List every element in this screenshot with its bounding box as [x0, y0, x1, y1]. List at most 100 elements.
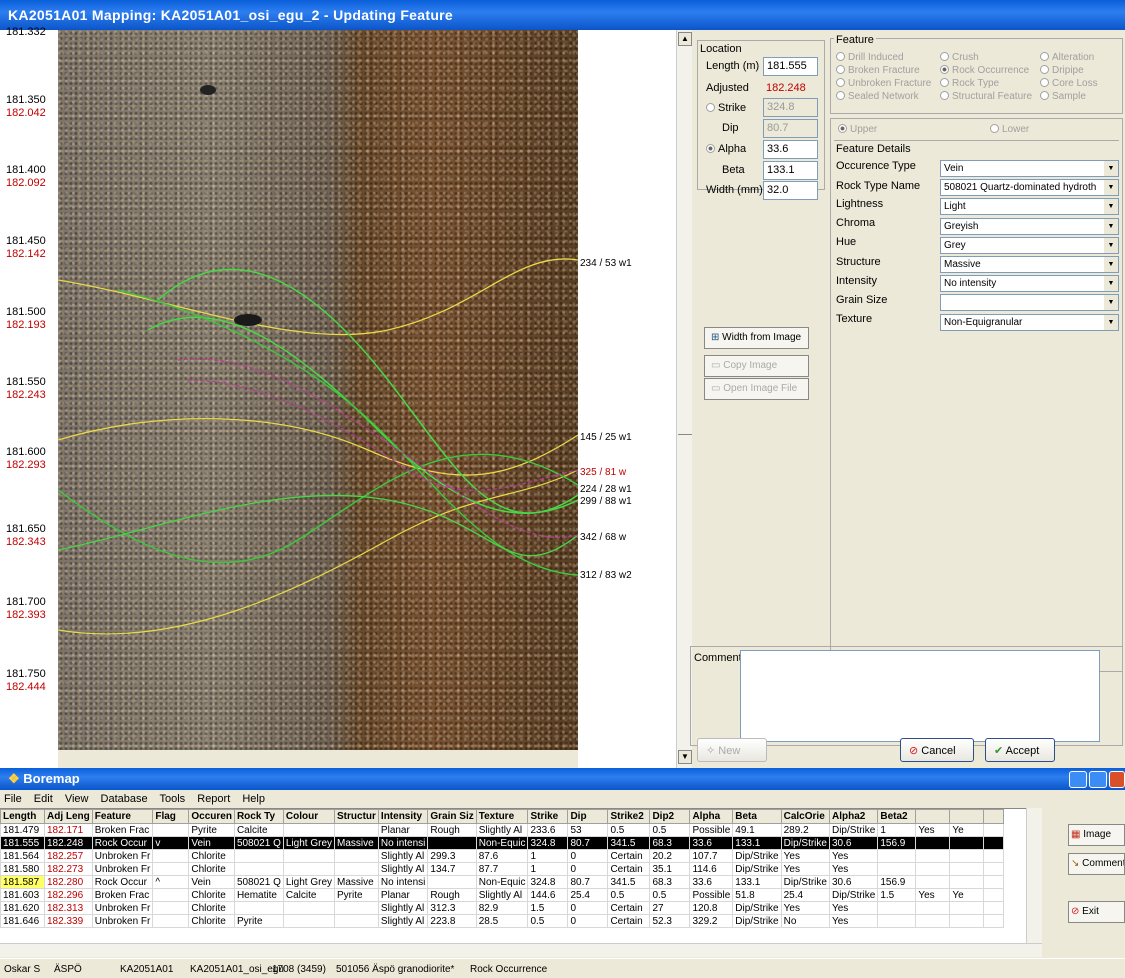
table-cell[interactable]: 25.4 — [567, 888, 609, 902]
table-cell[interactable] — [427, 836, 477, 850]
table-cell[interactable] — [983, 914, 1005, 928]
table-cell[interactable]: v — [152, 836, 190, 850]
table-cell[interactable]: 181.646 — [0, 914, 45, 928]
table-cell[interactable]: Yes — [828, 901, 879, 915]
copy-image-button[interactable]: ▭ Copy Image — [704, 355, 809, 377]
table-cell[interactable] — [233, 901, 284, 915]
column-header[interactable]: Strike — [527, 809, 569, 824]
table-cell[interactable]: 0 — [567, 901, 609, 915]
table-cell[interactable]: Slightly Al — [377, 914, 429, 928]
table-cell[interactable]: 107.7 — [689, 849, 734, 863]
table-cell[interactable]: Non-Equic — [475, 836, 529, 850]
menu-database[interactable]: Database — [101, 793, 148, 805]
table-cell[interactable]: 1 — [527, 862, 569, 876]
column-header[interactable]: Occuren — [188, 809, 235, 824]
table-cell[interactable]: Planar — [377, 888, 429, 902]
table-cell[interactable] — [915, 862, 951, 876]
table-cell[interactable]: 181.555 — [0, 836, 45, 850]
table-cell[interactable] — [282, 901, 336, 915]
table-cell[interactable] — [949, 849, 985, 863]
new-button[interactable]: ✧ New — [697, 738, 767, 762]
table-cell[interactable]: Ye — [949, 888, 985, 902]
feature-option-core-loss[interactable]: Core Loss — [1040, 78, 1098, 89]
table-cell[interactable]: Slightly Al — [377, 862, 429, 876]
table-cell[interactable]: Yes — [780, 862, 830, 876]
width-from-image-button[interactable]: ⊞ Width from Image — [704, 327, 809, 349]
table-cell[interactable]: 182.273 — [44, 862, 93, 876]
table-cell[interactable]: 182.296 — [44, 888, 93, 902]
table-cell[interactable]: Pyrite — [188, 823, 235, 837]
table-cell[interactable]: Unbroken Fr — [91, 914, 154, 928]
table-cell[interactable]: Dip/Strike — [780, 836, 830, 850]
table-cell[interactable] — [334, 901, 379, 915]
table-cell[interactable]: 114.6 — [689, 862, 734, 876]
dip-field[interactable]: 80.7 — [763, 119, 818, 138]
table-cell[interactable]: 0.5 — [649, 823, 691, 837]
feature-option-sealed-network[interactable]: Sealed Network — [836, 91, 919, 102]
table-cell[interactable] — [334, 862, 379, 876]
table-cell[interactable]: Yes — [915, 888, 951, 902]
table-cell[interactable]: 0 — [567, 849, 609, 863]
table-cell[interactable]: 508021 Q — [233, 836, 284, 850]
table-cell[interactable] — [983, 888, 1005, 902]
table-cell[interactable] — [334, 914, 379, 928]
table-cell[interactable]: 144.6 — [527, 888, 569, 902]
table-cell[interactable] — [949, 836, 985, 850]
strike-radio[interactable]: Strike — [706, 102, 746, 114]
structure-select[interactable]: Massive ▼ — [940, 256, 1119, 273]
upper-radio[interactable]: Upper — [838, 124, 877, 135]
table-cell[interactable]: 0.5 — [527, 914, 569, 928]
table-cell[interactable]: Slightly Al — [475, 888, 529, 902]
table-cell[interactable]: Chlorite — [188, 849, 235, 863]
table-cell[interactable]: 181.603 — [0, 888, 45, 902]
column-header[interactable] — [949, 809, 985, 824]
table-cell[interactable]: Chlorite — [188, 914, 235, 928]
table-cell[interactable]: Rock Occur — [91, 836, 154, 850]
table-cell[interactable]: 0 — [567, 862, 609, 876]
table-cell[interactable]: 28.5 — [475, 914, 529, 928]
table-cell[interactable]: 27 — [649, 901, 691, 915]
table-cell[interactable]: 0.5 — [607, 823, 651, 837]
table-row[interactable]: 181.479 182.171 Broken Frac Pyrite Calcite Pl… — [0, 823, 1005, 837]
feature-option-broken-fracture[interactable]: Broken Fracture — [836, 65, 920, 76]
table-horizontal-scrollbar[interactable] — [0, 943, 1042, 957]
grain-size-select[interactable]: ▼ — [940, 294, 1119, 311]
table-cell[interactable]: No — [780, 914, 830, 928]
table-cell[interactable]: Hematite — [233, 888, 284, 902]
table-cell[interactable]: Vein — [188, 875, 235, 889]
table-vertical-scrollbar[interactable] — [1026, 808, 1042, 943]
table-cell[interactable]: 223.8 — [427, 914, 477, 928]
accept-button[interactable]: ✔ Accept — [985, 738, 1055, 762]
column-header[interactable] — [915, 809, 951, 824]
feature-option-alteration[interactable]: Alteration — [1040, 52, 1094, 63]
table-cell[interactable]: 181.564 — [0, 849, 45, 863]
column-header[interactable]: Dip — [567, 809, 609, 824]
table-cell[interactable]: 156.9 — [877, 875, 917, 889]
table-row[interactable]: 181.646 182.339 Unbroken Fr Chlorite Pyrite S… — [0, 914, 1005, 928]
table-cell[interactable] — [915, 875, 951, 889]
table-cell[interactable]: Dip/Strike — [828, 888, 879, 902]
table-cell[interactable]: Dip/Strike — [732, 914, 782, 928]
table-cell[interactable]: 324.8 — [527, 836, 569, 850]
table-cell[interactable]: 25.4 — [780, 888, 830, 902]
column-header[interactable]: Adj Leng — [44, 809, 93, 824]
table-cell[interactable]: Light Grey — [282, 875, 336, 889]
table-cell[interactable]: 341.5 — [607, 875, 651, 889]
table-cell[interactable]: Pyrite — [334, 888, 379, 902]
table-cell[interactable]: Certain — [607, 914, 651, 928]
table-cell[interactable]: Rock Occur — [91, 875, 154, 889]
rock-type-name-select[interactable]: 508021 Quartz-dominated hydroth ▼ — [940, 179, 1119, 196]
alpha-field[interactable]: 33.6 — [763, 140, 818, 159]
feature-table[interactable]: Length Adj Leng Feature Flag Occuren Roc… — [0, 808, 1042, 943]
table-cell[interactable]: Pyrite — [233, 914, 284, 928]
table-cell[interactable] — [152, 888, 190, 902]
table-cell[interactable]: 52.3 — [649, 914, 691, 928]
column-header[interactable]: Colour — [282, 809, 336, 824]
table-cell[interactable] — [877, 849, 917, 863]
table-cell[interactable]: Calcite — [282, 888, 336, 902]
table-cell[interactable] — [233, 849, 284, 863]
table-cell[interactable] — [877, 862, 917, 876]
table-row[interactable]: 181.620 182.313 Unbroken Fr Chlorite Slightl… — [0, 901, 1005, 915]
close-icon[interactable] — [1109, 771, 1125, 788]
column-header[interactable]: Feature — [91, 809, 154, 824]
